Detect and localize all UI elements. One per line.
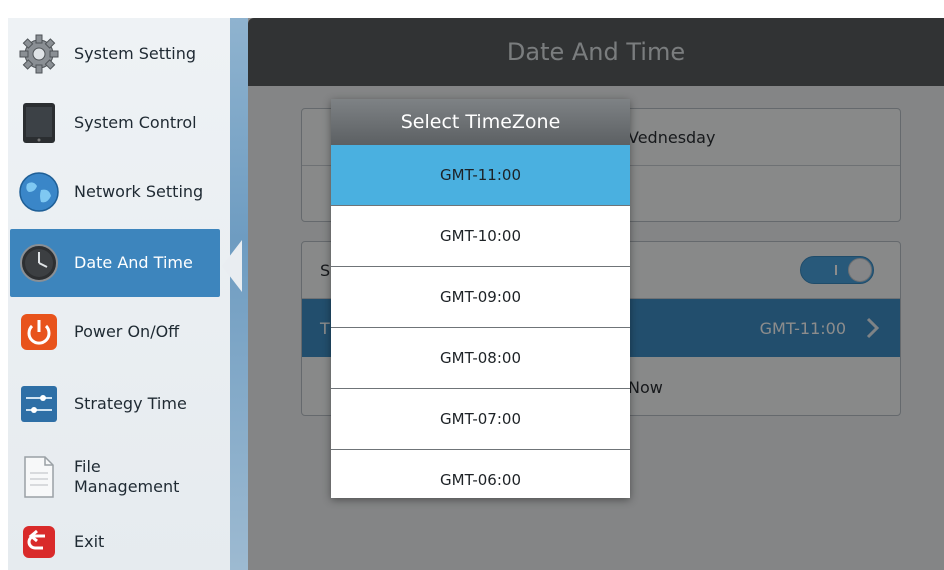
gear-icon	[16, 31, 62, 77]
tablet-icon	[16, 100, 62, 146]
timezone-option[interactable]: GMT-07:00	[331, 389, 630, 450]
sidebar-item-network-setting[interactable]: Network Setting	[10, 158, 220, 226]
dialog-title: Select TimeZone	[331, 99, 630, 145]
sidebar-item-strategy-time[interactable]: Strategy Time	[10, 370, 220, 438]
sliders-icon	[16, 381, 62, 427]
globe-icon	[16, 169, 62, 215]
timezone-option[interactable]: GMT-06:00	[331, 450, 630, 498]
sidebar-item-label: Power On/Off	[74, 322, 180, 341]
sidebar-item-system-control[interactable]: System Control	[10, 89, 220, 157]
timezone-option[interactable]: GMT-10:00	[331, 206, 630, 267]
sidebar-item-label: Network Setting	[74, 182, 204, 201]
timezone-option[interactable]: GMT-09:00	[331, 267, 630, 328]
clock-icon	[16, 240, 62, 286]
sidebar-item-power-on-off[interactable]: Power On/Off	[10, 298, 220, 366]
sidebar-item-label: Strategy Time	[74, 394, 187, 413]
sidebar-item-label: Date And Time	[74, 253, 193, 272]
sidebar-item-file-management[interactable]: File Management	[10, 438, 220, 516]
active-item-pointer	[222, 240, 242, 292]
timezone-option[interactable]: GMT-11:00	[331, 145, 630, 206]
sidebar-item-label: System Control	[74, 113, 197, 132]
timezone-dialog: Select TimeZone GMT-11:00 GMT-10:00 GMT-…	[331, 99, 630, 498]
sidebar-item-label: Exit	[74, 532, 105, 551]
file-icon	[16, 454, 62, 500]
sidebar-item-label: File Management	[74, 457, 180, 496]
sidebar-item-exit[interactable]: Exit	[10, 512, 220, 570]
power-icon	[16, 309, 62, 355]
sidebar-item-date-and-time[interactable]: Date And Time	[10, 229, 220, 297]
timezone-option[interactable]: GMT-08:00	[331, 328, 630, 389]
sidebar-item-system-setting[interactable]: System Setting	[10, 20, 220, 88]
sidebar-rail	[230, 18, 248, 570]
sidebar-item-label: System Setting	[74, 44, 197, 63]
exit-icon	[16, 519, 62, 565]
